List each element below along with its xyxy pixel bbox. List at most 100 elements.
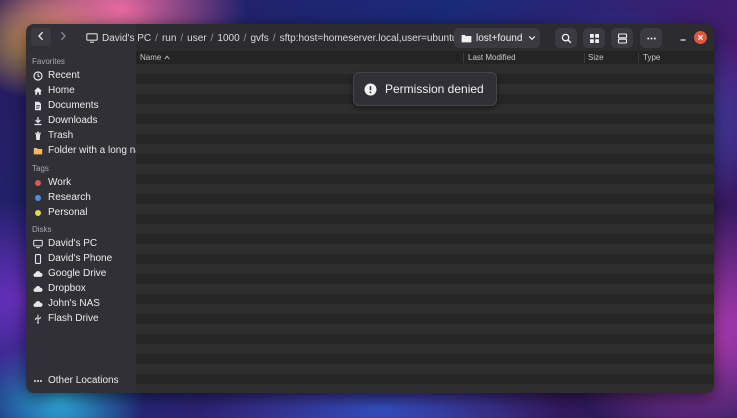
file-manager-window: Favorites Recent Home Documents Download… xyxy=(26,24,714,393)
empty-row xyxy=(136,134,714,144)
sidebar-item-label: David's Phone xyxy=(48,253,113,264)
empty-row xyxy=(136,254,714,264)
alert-icon xyxy=(364,83,377,96)
empty-row xyxy=(136,114,714,124)
column-name-header[interactable]: Name xyxy=(140,53,170,62)
empty-row xyxy=(136,334,714,344)
sidebar-item-label: Work xyxy=(48,177,72,188)
empty-row xyxy=(136,194,714,204)
sidebar-section-tags: Tags xyxy=(32,164,49,173)
sidebar-disk-davids-phone[interactable]: David's Phone xyxy=(30,251,136,266)
column-modified-label: Last Modified xyxy=(468,53,516,62)
search-icon xyxy=(561,33,572,44)
empty-row xyxy=(136,304,714,314)
column-headers: Name Last Modified Size Type xyxy=(136,51,714,64)
cloud-icon xyxy=(33,284,43,294)
empty-row xyxy=(136,284,714,294)
column-separator xyxy=(638,53,639,63)
sidebar-item-label: David's PC xyxy=(48,238,98,249)
usb-icon xyxy=(33,314,43,324)
tag-dot-icon xyxy=(33,208,43,218)
sidebar-section-favorites: Favorites xyxy=(32,57,65,66)
breadcrumb: David's PC / run / user / 1000 / gvfs / … xyxy=(86,31,468,45)
sidebar-item-home[interactable]: Home xyxy=(30,83,136,98)
empty-row xyxy=(136,384,714,393)
empty-row xyxy=(136,344,714,354)
sidebar-item-recent[interactable]: Recent xyxy=(30,68,136,83)
sidebar-disk-dropbox[interactable]: Dropbox xyxy=(30,281,136,296)
column-size-header[interactable]: Size xyxy=(588,53,604,62)
forward-button[interactable] xyxy=(53,28,73,46)
sidebar-tag-personal[interactable]: Personal xyxy=(30,205,136,220)
empty-row xyxy=(136,374,714,384)
folder-icon xyxy=(461,34,472,43)
empty-row xyxy=(136,364,714,374)
chevron-right-icon xyxy=(59,30,67,44)
sidebar-section-disks: Disks xyxy=(32,225,52,234)
close-button[interactable] xyxy=(694,31,707,44)
empty-row xyxy=(136,154,714,164)
empty-row xyxy=(136,124,714,134)
file-list[interactable] xyxy=(136,64,714,393)
sidebar-item-label: Recent xyxy=(48,70,80,81)
empty-row xyxy=(136,214,714,224)
list-view-button[interactable] xyxy=(611,28,633,48)
empty-row xyxy=(136,274,714,284)
search-button[interactable] xyxy=(555,28,577,48)
column-type-header[interactable]: Type xyxy=(643,53,660,62)
breadcrumb-part[interactable]: user xyxy=(187,33,206,44)
empty-row xyxy=(136,314,714,324)
column-separator xyxy=(463,53,464,63)
sidebar-item-label: Flash Drive xyxy=(48,313,99,324)
chevron-left-icon xyxy=(37,30,45,44)
sidebar-disk-johns-nas[interactable]: John's NAS xyxy=(30,296,136,311)
sidebar-item-label: Other Locations xyxy=(48,375,119,386)
breadcrumb-part[interactable]: 1000 xyxy=(217,33,239,44)
grid-view-button[interactable] xyxy=(583,28,605,48)
sidebar-disk-google-drive[interactable]: Google Drive xyxy=(30,266,136,281)
menu-button[interactable] xyxy=(640,28,662,48)
sidebar-item-label: Personal xyxy=(48,207,88,218)
sidebar-disk-flash-drive[interactable]: Flash Drive xyxy=(30,311,136,326)
clock-icon xyxy=(33,70,43,81)
list-view-icon xyxy=(617,32,628,44)
current-folder-button[interactable]: lost+found xyxy=(454,28,540,48)
sidebar-tag-research[interactable]: Research xyxy=(30,190,136,205)
sidebar-item-label: Google Drive xyxy=(48,268,107,279)
empty-row xyxy=(136,244,714,254)
permission-toast: Permission denied xyxy=(353,72,497,106)
download-icon xyxy=(33,116,43,126)
empty-row xyxy=(136,354,714,364)
minimize-button[interactable] xyxy=(676,31,690,45)
empty-row xyxy=(136,144,714,154)
sidebar-item-label: Documents xyxy=(48,100,99,111)
computer-icon xyxy=(33,239,43,249)
sidebar-item-downloads[interactable]: Downloads xyxy=(30,113,136,128)
sidebar-item-trash[interactable]: Trash xyxy=(30,128,136,143)
breadcrumb-root[interactable]: David's PC xyxy=(102,33,151,44)
empty-row xyxy=(136,234,714,244)
sidebar-disk-davids-pc[interactable]: David's PC xyxy=(30,236,136,251)
back-button[interactable] xyxy=(31,28,51,46)
sidebar-item-long-folder[interactable]: Folder with a long na xyxy=(30,143,136,158)
breadcrumb-part[interactable]: run xyxy=(162,33,176,44)
toast-message: Permission denied xyxy=(385,82,484,96)
breadcrumb-part[interactable]: sftp:host=homeserver.local,user=ubuntu xyxy=(280,33,458,44)
minimize-icon xyxy=(679,34,687,42)
folder-icon xyxy=(33,146,43,156)
phone-icon xyxy=(33,253,43,264)
sidebar-other-locations[interactable]: Other Locations xyxy=(30,373,136,388)
sidebar-item-documents[interactable]: Documents xyxy=(30,98,136,113)
sidebar-tag-work[interactable]: Work xyxy=(30,175,136,190)
computer-icon xyxy=(86,33,98,43)
empty-row xyxy=(136,324,714,334)
column-name-label: Name xyxy=(140,53,162,62)
sidebar-item-label: Dropbox xyxy=(48,283,86,294)
column-size-label: Size xyxy=(588,53,604,62)
sidebar-item-label: John's NAS xyxy=(48,298,100,309)
current-folder-label: lost+found xyxy=(476,32,523,44)
column-modified-header[interactable]: Last Modified xyxy=(468,53,516,62)
empty-row xyxy=(136,184,714,194)
breadcrumb-part[interactable]: gvfs xyxy=(250,33,268,44)
empty-row xyxy=(136,204,714,214)
